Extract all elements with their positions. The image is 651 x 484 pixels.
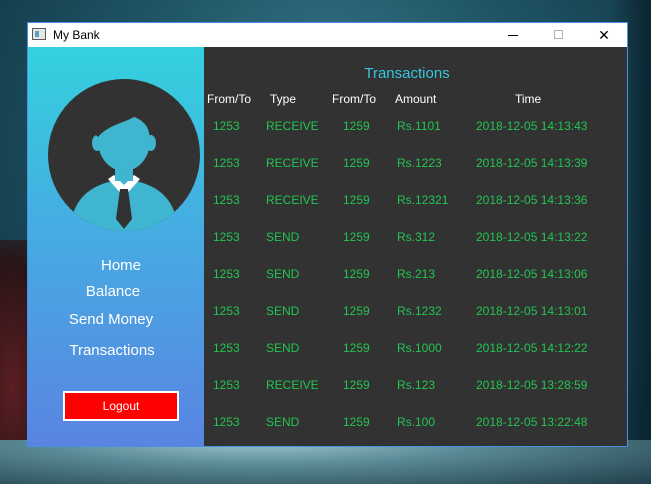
- avatar-graphic: [70, 100, 178, 231]
- cell-from: 1253: [213, 341, 240, 355]
- cell-to: 1259: [343, 193, 370, 207]
- cell-to: 1259: [343, 230, 370, 244]
- cell-to: 1259: [343, 156, 370, 170]
- cell-amount: Rs.123: [397, 378, 436, 392]
- minimize-button[interactable]: [490, 23, 536, 47]
- cell-time: 2018-12-05 13:22:48: [476, 415, 588, 429]
- cell-time: 2018-12-05 14:13:06: [476, 267, 588, 281]
- cell-from: 1253: [213, 415, 240, 429]
- cell-type: SEND: [266, 230, 300, 244]
- cell-to: 1259: [343, 378, 370, 392]
- cell-from: 1253: [213, 230, 240, 244]
- nav-balance[interactable]: Balance: [25, 283, 201, 300]
- cell-amount: Rs.312: [397, 230, 436, 244]
- cell-from: 1253: [213, 119, 240, 133]
- cell-from: 1253: [213, 378, 240, 392]
- app-window: My Bank ✕ Home Balance Send Money Transa…: [27, 22, 628, 447]
- table-row: 1253 RECEIVE 1259 Rs.1223 2018-12-05 14:…: [204, 156, 627, 176]
- logout-button[interactable]: Logout: [63, 391, 179, 421]
- column-header-from-to: From/To: [207, 92, 252, 106]
- cell-amount: Rs.1223: [397, 156, 442, 170]
- cell-from: 1253: [213, 193, 240, 207]
- table-row: 1253 RECEIVE 1259 Rs.12321 2018-12-05 14…: [204, 193, 627, 213]
- cell-type: SEND: [266, 415, 300, 429]
- table-row: 1253 SEND 1259 Rs.1232 2018-12-05 14:13:…: [204, 304, 627, 324]
- cell-from: 1253: [213, 267, 240, 281]
- cell-type: SEND: [266, 341, 300, 355]
- cell-to: 1259: [343, 415, 370, 429]
- cell-time: 2018-12-05 13:28:59: [476, 378, 588, 392]
- user-avatar-icon: [48, 79, 200, 231]
- table-row: 1253 SEND 1259 Rs.100 2018-12-05 13:22:4…: [204, 415, 627, 435]
- cell-from: 1253: [213, 156, 240, 170]
- cell-time: 2018-12-05 14:13:01: [476, 304, 588, 318]
- avatar-ear-left: [92, 135, 102, 151]
- maximize-icon: [554, 30, 563, 39]
- cell-type: RECEIVE: [266, 119, 319, 133]
- table-row: 1253 SEND 1259 Rs.213 2018-12-05 14:13:0…: [204, 267, 627, 287]
- table-row: 1253 RECEIVE 1259 Rs.123 2018-12-05 13:2…: [204, 378, 627, 398]
- page-title: Transactions: [364, 65, 450, 82]
- cell-amount: Rs.100: [397, 415, 436, 429]
- cell-type: RECEIVE: [266, 378, 319, 392]
- cell-to: 1259: [343, 267, 370, 281]
- column-header-from-to-2: From/To: [332, 92, 377, 106]
- column-header-time: Time: [515, 92, 542, 106]
- close-button[interactable]: ✕: [581, 23, 627, 47]
- cell-time: 2018-12-05 14:13:22: [476, 230, 588, 244]
- cell-type: RECEIVE: [266, 156, 319, 170]
- app-window-icon: [32, 28, 46, 40]
- maximize-button[interactable]: [536, 23, 582, 47]
- cell-type: RECEIVE: [266, 193, 319, 207]
- minimize-icon: [508, 35, 518, 36]
- title-bar[interactable]: My Bank ✕: [28, 23, 627, 47]
- cell-time: 2018-12-05 14:13:43: [476, 119, 588, 133]
- cell-amount: Rs.1101: [397, 119, 441, 133]
- cell-to: 1259: [343, 304, 370, 318]
- sidebar: Home Balance Send Money Transactions Log…: [28, 47, 204, 446]
- cell-amount: Rs.1000: [397, 341, 442, 355]
- nav-transactions[interactable]: Transactions: [24, 342, 200, 359]
- column-header-amount: Amount: [395, 92, 437, 106]
- window-title: My Bank: [53, 28, 100, 42]
- cell-type: SEND: [266, 267, 300, 281]
- table-row: 1253 RECEIVE 1259 Rs.1101 2018-12-05 14:…: [204, 119, 627, 139]
- cell-type: SEND: [266, 304, 300, 318]
- cell-time: 2018-12-05 14:13:39: [476, 156, 588, 170]
- cell-amount: Rs.213: [397, 267, 436, 281]
- cell-from: 1253: [213, 304, 240, 318]
- close-icon: ✕: [598, 27, 610, 43]
- cell-to: 1259: [343, 119, 370, 133]
- column-header-type: Type: [270, 92, 297, 106]
- transactions-panel: Transactions From/To Type From/To Amount…: [204, 47, 627, 446]
- table-row: 1253 SEND 1259 Rs.312 2018-12-05 14:13:2…: [204, 230, 627, 250]
- nav-send-money[interactable]: Send Money: [23, 311, 199, 328]
- table-row: 1253 SEND 1259 Rs.1000 2018-12-05 14:12:…: [204, 341, 627, 361]
- avatar-ear-right: [146, 135, 156, 151]
- cell-amount: Rs.1232: [397, 304, 442, 318]
- cell-time: 2018-12-05 14:13:36: [476, 193, 588, 207]
- cell-time: 2018-12-05 14:12:22: [476, 341, 588, 355]
- cell-amount: Rs.12321: [397, 193, 449, 207]
- cell-to: 1259: [343, 341, 370, 355]
- nav-home[interactable]: Home: [33, 257, 209, 274]
